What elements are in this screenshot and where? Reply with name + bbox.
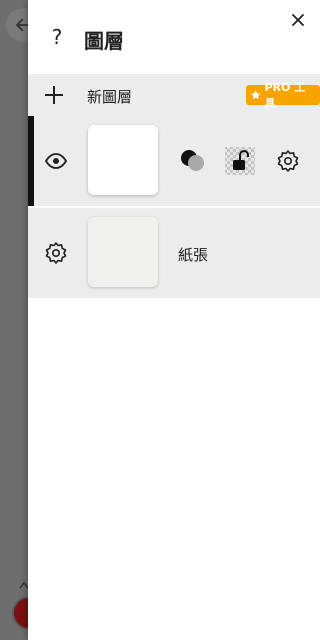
star-icon [250,90,261,100]
help-icon: ? [51,25,63,49]
layers-panel: ? 圖層 新圖層 PRO 工具 紙張 [28,0,320,640]
new-layer-row[interactable]: 新圖層 PRO 工具 [28,74,320,116]
paper-row[interactable]: 紙張 [28,208,320,298]
gear-icon[interactable] [44,241,68,265]
layer-row[interactable] [28,116,320,206]
close-button[interactable] [286,8,310,32]
pro-badge-label: PRO 工具 [264,81,306,110]
layer-thumbnail[interactable] [88,125,158,195]
help-button[interactable]: ? [44,24,70,50]
close-icon [292,14,304,26]
new-layer-label: 新圖層 [87,88,133,106]
blend-mode-icon[interactable] [176,146,210,176]
eye-icon[interactable] [44,149,68,173]
pro-tools-badge[interactable]: PRO 工具 [246,81,320,110]
paper-label: 紙張 [178,246,209,264]
lock-icon[interactable] [224,146,256,176]
paper-thumbnail[interactable] [88,217,158,287]
gear-icon[interactable] [276,149,300,173]
active-layer-indicator [28,116,34,206]
panel-header: ? 圖層 [28,0,320,74]
page-title: 圖層 [84,29,124,53]
plus-icon [45,86,63,104]
